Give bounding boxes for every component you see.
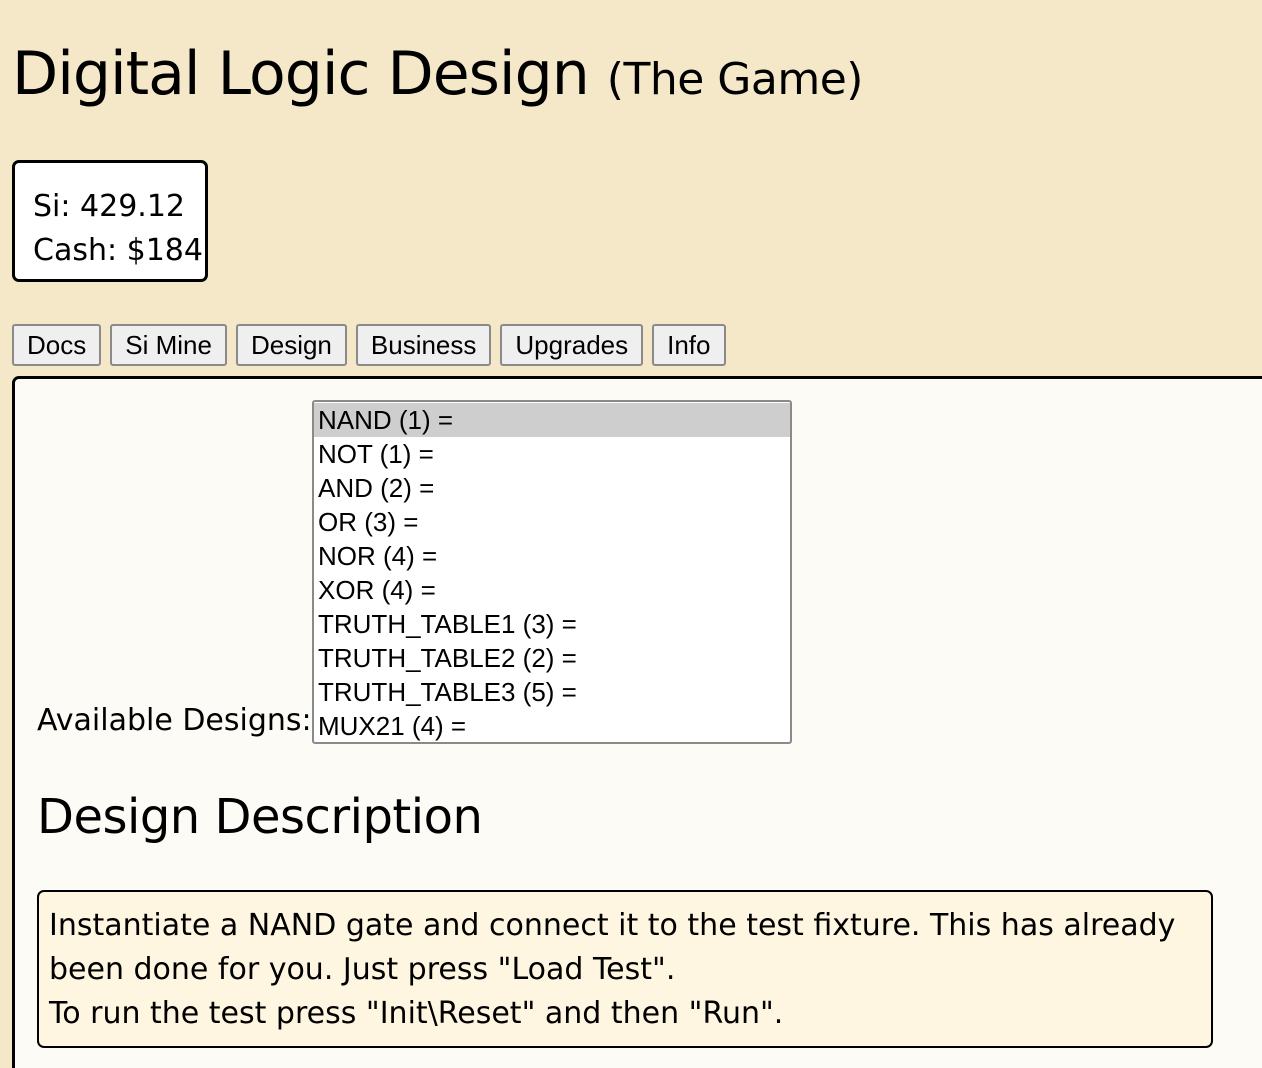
design-description-box: Instantiate a NAND gate and connect it t… xyxy=(37,890,1213,1048)
tab-business[interactable]: Business xyxy=(355,324,492,366)
design-option-nor[interactable]: NOR (4) = xyxy=(314,539,790,573)
tab-upgrades[interactable]: Upgrades xyxy=(500,324,644,366)
description-line: been done for you. Just press "Load Test… xyxy=(49,952,676,987)
design-option-nand[interactable]: NAND (1) = xyxy=(314,403,790,437)
si-amount: Si: 429.12 xyxy=(33,189,185,224)
design-panel: Available Designs: NAND (1) = NOT (1) = … xyxy=(12,376,1262,1068)
design-option-truth-table3[interactable]: TRUTH_TABLE3 (5) = xyxy=(314,675,790,709)
design-option-xor[interactable]: XOR (4) = xyxy=(314,573,790,607)
design-option-mux21[interactable]: MUX21 (4) = xyxy=(314,709,790,742)
description-line: To run the test press "Init\Reset" and t… xyxy=(49,996,784,1031)
design-option-truth-table1[interactable]: TRUTH_TABLE1 (3) = xyxy=(314,607,790,641)
description-line: Instantiate a NAND gate and connect it t… xyxy=(49,908,1176,943)
design-option-truth-table2[interactable]: TRUTH_TABLE2 (2) = xyxy=(314,641,790,675)
design-option-and[interactable]: AND (2) = xyxy=(314,471,790,505)
tab-docs[interactable]: Docs xyxy=(12,324,102,366)
available-designs-label: Available Designs: xyxy=(37,703,312,738)
available-designs-listbox[interactable]: NAND (1) = NOT (1) = AND (2) = OR (3) = … xyxy=(312,400,792,744)
resource-stats-panel: Si: 429.12 Cash: $184 xyxy=(12,160,208,282)
design-description-heading: Design Description xyxy=(37,789,483,845)
page: Digital Logic Design (The Game) Si: 429.… xyxy=(0,0,1262,1068)
design-option-or[interactable]: OR (3) = xyxy=(314,505,790,539)
tab-design[interactable]: Design xyxy=(235,324,347,366)
tab-si-mine[interactable]: Si Mine xyxy=(110,324,227,366)
design-option-not[interactable]: NOT (1) = xyxy=(314,437,790,471)
page-title: Digital Logic Design (The Game) xyxy=(12,34,863,120)
title-subtitle: (The Game) xyxy=(606,54,864,105)
cash-amount: Cash: $184 xyxy=(33,233,203,268)
title-main: Digital Logic Design xyxy=(12,39,590,109)
tab-bar: Docs Si Mine Design Business Upgrades In… xyxy=(12,324,735,366)
tab-info[interactable]: Info xyxy=(652,324,726,366)
